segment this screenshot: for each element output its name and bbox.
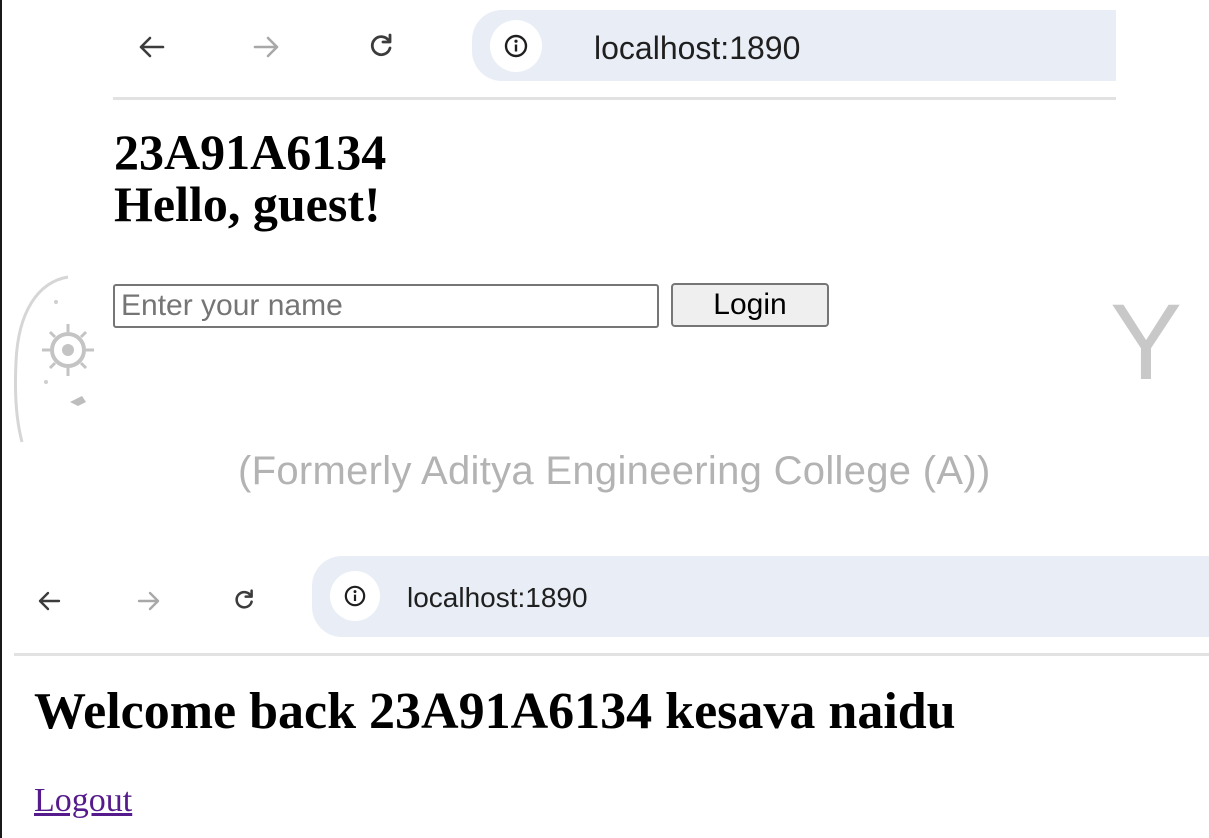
back-button[interactable] xyxy=(134,30,168,64)
site-info-button[interactable] xyxy=(330,571,380,621)
address-bar[interactable]: localhost:1890 xyxy=(472,10,1116,81)
reload-button[interactable] xyxy=(229,585,259,615)
address-bar[interactable]: localhost:1890 xyxy=(312,556,1209,637)
url-text: localhost:1890 xyxy=(407,582,588,613)
greeting: Hello, guest! xyxy=(114,176,381,232)
forward-button[interactable] xyxy=(134,586,164,616)
arrow-left-icon xyxy=(38,591,61,611)
toolbar-divider xyxy=(14,653,1209,656)
watermark-letter: Y xyxy=(1110,281,1183,402)
reload-button[interactable] xyxy=(364,29,398,63)
url-text: localhost:1890 xyxy=(594,30,801,66)
arrow-right-icon xyxy=(253,36,279,58)
roll-number: 23A91A6134 xyxy=(114,124,387,180)
site-info-button[interactable] xyxy=(490,20,542,72)
college-subtitle-watermark: (Formerly Aditya Engineering College (A)… xyxy=(238,449,991,493)
arrow-right-icon xyxy=(137,591,160,611)
login-button[interactable]: Login xyxy=(671,283,829,327)
name-input[interactable] xyxy=(113,284,659,328)
left-frame-border xyxy=(0,0,2,838)
info-icon xyxy=(344,585,366,607)
forward-button[interactable] xyxy=(250,30,284,64)
toolbar-divider xyxy=(113,97,1116,100)
info-icon xyxy=(504,34,528,58)
back-button[interactable] xyxy=(34,586,64,616)
page-heading: 23A91A6134 Hello, guest! xyxy=(114,126,386,230)
logout-link[interactable]: Logout xyxy=(34,782,132,820)
welcome-heading: Welcome back 23A91A6134 kesava naidu xyxy=(34,683,956,740)
reload-icon xyxy=(370,33,392,57)
reload-icon xyxy=(235,589,253,609)
arrow-left-icon xyxy=(139,36,165,58)
college-logo-watermark xyxy=(8,262,118,462)
